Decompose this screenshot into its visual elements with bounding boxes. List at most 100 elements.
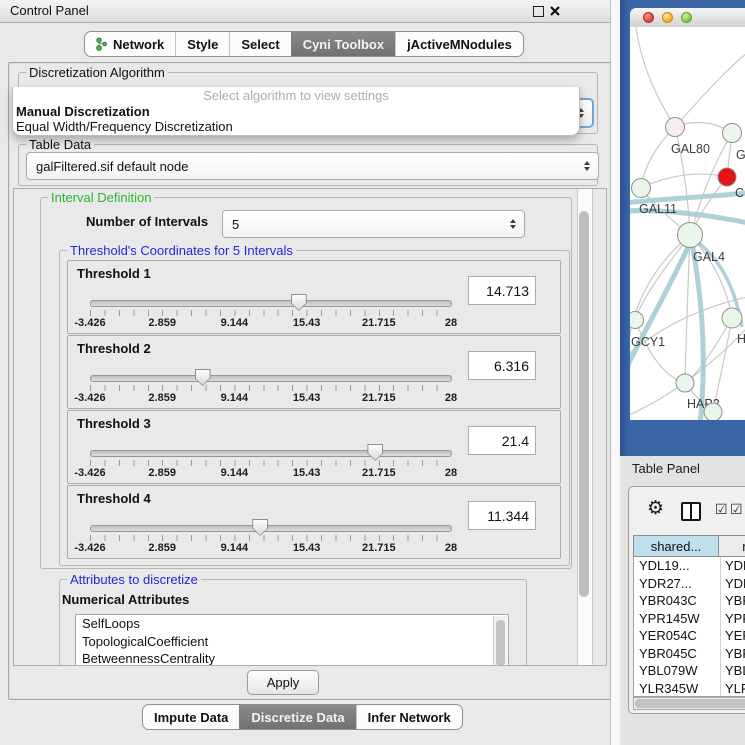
tab-select[interactable]: Select xyxy=(229,32,290,56)
combo-arrows-icon xyxy=(584,161,590,171)
tick-label: -3.426 xyxy=(74,542,105,554)
threshold-slider[interactable] xyxy=(90,300,452,307)
tab-label: Impute Data xyxy=(154,710,228,725)
tab-discretize-data[interactable]: Discretize Data xyxy=(239,705,355,729)
table-row[interactable]: YBR045CYBR0 xyxy=(634,645,745,663)
numerical-attributes-label: Numerical Attributes xyxy=(62,592,189,607)
tab-style[interactable]: Style xyxy=(175,32,229,56)
tick-label: 2.859 xyxy=(148,317,176,329)
close-traffic-light-icon[interactable] xyxy=(643,12,654,23)
zoom-traffic-light-icon[interactable] xyxy=(681,12,692,23)
minimize-traffic-light-icon[interactable] xyxy=(662,12,673,23)
cell-name: YER0 xyxy=(720,627,745,645)
node-table[interactable]: YDL19...YDL1YDR27...YDR2YBR043CYBR0YPR14… xyxy=(633,557,745,697)
cell-shared-name: YPR145W xyxy=(634,610,720,628)
dropdown-option-manual[interactable]: Manual Discretization xyxy=(13,104,579,119)
tab-label: Cyni Toolbox xyxy=(303,37,384,52)
node-label: GA xyxy=(736,148,745,162)
slider-tick-labels: -3.4262.8599.14415.4321.71528 xyxy=(90,467,451,480)
threshold-value-field[interactable]: 21.4 xyxy=(468,426,536,455)
threshold-value-field[interactable]: 6.316 xyxy=(468,351,536,380)
tick-label: 15.43 xyxy=(293,467,321,479)
threshold-value-field[interactable]: 11.344 xyxy=(468,501,536,530)
threshold-label: Threshold 4 xyxy=(77,491,151,506)
network-node[interactable] xyxy=(676,374,694,392)
cell-name: YPR1 xyxy=(720,610,745,628)
tab-network[interactable]: Network xyxy=(85,32,175,56)
network-node[interactable] xyxy=(723,124,742,143)
threshold-slider[interactable] xyxy=(90,450,452,457)
checkbox-icon[interactable]: ☑ xyxy=(730,502,743,518)
table-hscrollbar[interactable] xyxy=(633,697,745,710)
threshold-panel: Threshold 3 -3.4262.8599.14415.4321.7152… xyxy=(67,410,561,484)
slider-tick-labels: -3.4262.8599.14415.4321.71528 xyxy=(90,392,451,405)
threshold-panel: Threshold 4 -3.4262.8599.14415.4321.7152… xyxy=(67,485,561,559)
slider-thumb[interactable] xyxy=(367,444,383,461)
table-data-combobox[interactable]: galFiltered.sif default node xyxy=(26,152,599,180)
network-node[interactable] xyxy=(632,179,651,198)
float-window-icon[interactable] xyxy=(533,6,544,17)
slider-ticks xyxy=(90,460,451,466)
group-label: Discretization Algorithm xyxy=(26,65,168,80)
table-row[interactable]: YPR145WYPR1 xyxy=(634,610,745,628)
threshold-value-field[interactable]: 14.713 xyxy=(468,276,536,305)
node-label: GAL4 xyxy=(693,250,725,264)
gear-icon[interactable]: ⚙ xyxy=(647,499,664,518)
tab-impute-data[interactable]: Impute Data xyxy=(143,705,239,729)
attribute-item[interactable]: TopologicalCoefficient xyxy=(76,633,508,651)
list-scrollbar[interactable] xyxy=(493,616,507,666)
tick-label: -3.426 xyxy=(74,317,105,329)
settings-scroll-panel: Interval Definition Number of Intervals … xyxy=(13,188,607,666)
tick-label: 15.43 xyxy=(293,392,321,404)
network-canvas[interactable]: GAL80GACGAL11GAL4GCY1HHAP2 xyxy=(630,27,745,420)
group-label: Interval Definition xyxy=(48,190,154,205)
table-row[interactable]: YLR345WYLR3 xyxy=(634,680,745,698)
panel-title: Control Panel xyxy=(10,3,89,18)
network-node[interactable] xyxy=(678,223,703,248)
table-row[interactable]: YBR043CYBR0 xyxy=(634,592,745,610)
close-icon[interactable] xyxy=(549,5,561,17)
tick-label: 21.715 xyxy=(362,542,396,554)
checkbox-icon[interactable]: ☑ xyxy=(715,502,728,518)
combo-value: galFiltered.sif default node xyxy=(36,159,188,174)
network-node[interactable] xyxy=(704,403,722,420)
network-node[interactable] xyxy=(666,118,685,137)
numerical-attributes-list[interactable]: SelfLoopsTopologicalCoefficientBetweenne… xyxy=(75,614,509,666)
table-row[interactable]: YER054CYER0 xyxy=(634,627,745,645)
network-window-titlebar[interactable] xyxy=(630,8,745,28)
scrollbar-thumb[interactable] xyxy=(579,211,589,597)
tick-label: 2.859 xyxy=(148,467,176,479)
list-scrollbar-thumb[interactable] xyxy=(496,620,505,666)
threshold-slider[interactable] xyxy=(90,525,452,532)
group-label: Table Data xyxy=(26,137,94,152)
apply-button[interactable]: Apply xyxy=(247,670,319,695)
attribute-item[interactable]: BetweennessCentrality xyxy=(76,650,508,666)
table-row[interactable]: YDR27...YDR2 xyxy=(634,575,745,593)
columns-icon[interactable] xyxy=(681,502,701,521)
slider-thumb[interactable] xyxy=(195,369,211,386)
threshold-slider[interactable] xyxy=(90,375,452,382)
node-label: C xyxy=(735,186,744,200)
attribute-item[interactable]: SelfLoops xyxy=(76,615,508,633)
dropdown-option-equal-width[interactable]: Equal Width/Frequency Discretization xyxy=(13,119,579,134)
threshold-label: Threshold 1 xyxy=(77,266,151,281)
table-hscrollbar-thumb[interactable] xyxy=(635,699,745,708)
tab-infer-network[interactable]: Infer Network xyxy=(356,705,462,729)
network-node[interactable] xyxy=(722,308,742,328)
network-node[interactable] xyxy=(718,168,736,186)
column-header-name[interactable]: na xyxy=(719,535,745,557)
group-label: Threshold's Coordinates for 5 Intervals xyxy=(67,243,296,258)
table-row[interactable]: YBL079WYBL0 xyxy=(634,662,745,680)
tick-label: 9.144 xyxy=(221,392,249,404)
slider-ticks xyxy=(90,385,451,391)
column-header-shared-name[interactable]: shared... xyxy=(633,535,719,557)
table-row[interactable]: YDL19...YDL1 xyxy=(634,557,745,575)
tab-jactivemnodules[interactable]: jActiveMNodules xyxy=(395,32,523,56)
slider-thumb[interactable] xyxy=(291,294,307,311)
node-label: GAL80 xyxy=(671,142,710,156)
attributes-to-discretize-group: Attributes to discretize Numerical Attri… xyxy=(59,579,527,666)
number-of-intervals-combobox[interactable]: 5 xyxy=(222,210,525,238)
network-node[interactable] xyxy=(630,312,644,329)
slider-thumb[interactable] xyxy=(252,519,268,536)
tab-cyni-toolbox[interactable]: Cyni Toolbox xyxy=(291,32,395,56)
